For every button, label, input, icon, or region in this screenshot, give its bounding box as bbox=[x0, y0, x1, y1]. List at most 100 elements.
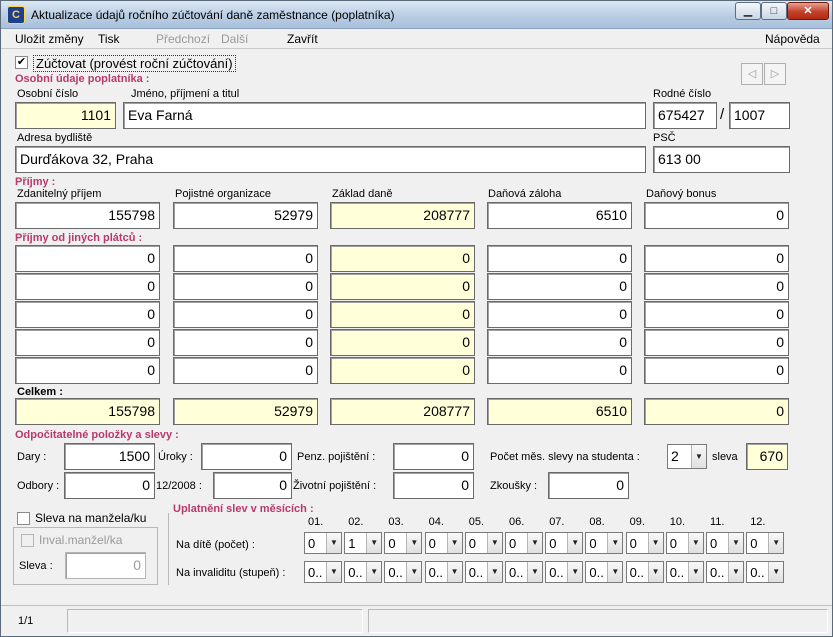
other-payer-cell[interactable]: 0 bbox=[15, 301, 160, 328]
disability-month-select[interactable]: 0.. ▼ bbox=[464, 561, 503, 583]
disability-month-select[interactable]: 0.. ▼ bbox=[625, 561, 664, 583]
children-month-select[interactable]: 0 ▼ bbox=[384, 532, 423, 554]
address-field[interactable]: Durďákova 32, Praha bbox=[15, 146, 646, 173]
other-payer-cell[interactable]: 0 bbox=[487, 329, 632, 356]
spouse-discount-field[interactable]: 0 bbox=[65, 552, 146, 579]
gifts-field[interactable]: 1500 bbox=[64, 443, 155, 470]
other-payer-cell[interactable]: 0 bbox=[330, 329, 475, 356]
other-payer-cell[interactable]: 0 bbox=[15, 273, 160, 300]
other-payer-cell[interactable]: 0 bbox=[644, 245, 789, 272]
children-month-select[interactable]: 1 ▼ bbox=[344, 532, 383, 554]
other-payer-cell[interactable]: 0 bbox=[330, 357, 475, 384]
children-month-select[interactable]: 0 ▼ bbox=[585, 532, 624, 554]
psc-field[interactable]: 613 00 bbox=[653, 146, 790, 173]
other-payer-cell[interactable]: 0 bbox=[487, 273, 632, 300]
other-payer-cell[interactable]: 0 bbox=[15, 245, 160, 272]
other-payer-cell[interactable]: 0 bbox=[487, 301, 632, 328]
spouse-checkbox[interactable] bbox=[17, 512, 30, 525]
children-month-select[interactable]: 0 ▼ bbox=[464, 532, 503, 554]
other-payer-cell[interactable]: 0 bbox=[644, 273, 789, 300]
date-value-field[interactable]: 0 bbox=[213, 472, 292, 499]
settle-checkbox[interactable]: ✔ bbox=[15, 56, 28, 69]
save-menu[interactable]: Uložit změny bbox=[15, 32, 84, 46]
maximize-button[interactable]: □ bbox=[761, 2, 787, 20]
birth-number-field-2[interactable]: 1007 bbox=[729, 102, 790, 129]
close-button[interactable]: ✕ bbox=[787, 2, 829, 20]
other-payer-cell[interactable]: 0 bbox=[330, 301, 475, 328]
main-window: C Aktualizace údajů ročního zúčtování da… bbox=[0, 0, 833, 637]
chevron-down-icon: ▼ bbox=[687, 533, 703, 553]
other-payer-cell[interactable]: 0 bbox=[330, 245, 475, 272]
disabled-spouse-checkbox[interactable] bbox=[21, 534, 34, 547]
other-payer-cell[interactable]: 0 bbox=[644, 357, 789, 384]
income-base-field[interactable]: 208777 bbox=[330, 202, 475, 229]
disability-month-select[interactable]: 0.. ▼ bbox=[746, 561, 785, 583]
total-taxable-field: 155798 bbox=[15, 398, 160, 425]
close-menu[interactable]: Zavřít bbox=[287, 32, 318, 46]
disability-month-select[interactable]: 0.. ▼ bbox=[344, 561, 383, 583]
children-month-select[interactable]: 0 ▼ bbox=[304, 532, 342, 554]
chevron-down-icon: ▼ bbox=[366, 533, 382, 553]
select-value: 0 bbox=[710, 536, 718, 551]
nav-prev-button[interactable]: ◁ bbox=[741, 63, 763, 85]
student-months-select[interactable]: 2 ▼ bbox=[667, 444, 707, 469]
children-month-select[interactable]: 0 ▼ bbox=[505, 532, 543, 554]
chevron-down-icon: ▼ bbox=[406, 562, 422, 582]
other-payer-cell[interactable]: 0 bbox=[330, 273, 475, 300]
life-insurance-field[interactable]: 0 bbox=[393, 472, 474, 499]
interest-field[interactable]: 0 bbox=[201, 443, 292, 470]
other-payer-cell[interactable]: 0 bbox=[644, 329, 789, 356]
print-menu[interactable]: Tisk bbox=[98, 32, 120, 46]
select-value: 0.. bbox=[589, 565, 604, 580]
other-payer-cell[interactable]: 0 bbox=[173, 357, 318, 384]
other-payer-cell[interactable]: 0 bbox=[173, 245, 318, 272]
name-field[interactable]: Eva Farná bbox=[123, 102, 646, 129]
disability-month-select[interactable]: 0.. ▼ bbox=[505, 561, 543, 583]
income-advance-field[interactable]: 6510 bbox=[487, 202, 632, 229]
chevron-down-icon: ▼ bbox=[446, 562, 462, 582]
other-payer-cell[interactable]: 0 bbox=[173, 273, 318, 300]
next-menu[interactable]: Další bbox=[221, 32, 248, 46]
month-header: 04. bbox=[428, 516, 444, 528]
children-month-select[interactable]: 0 ▼ bbox=[625, 532, 664, 554]
income-bonus-field[interactable]: 0 bbox=[644, 202, 789, 229]
children-month-select[interactable]: 0 ▼ bbox=[545, 532, 584, 554]
disability-month-select[interactable]: 0.. ▼ bbox=[304, 561, 342, 583]
income-insurance-field[interactable]: 52979 bbox=[173, 202, 318, 229]
minimize-button[interactable]: ▁ bbox=[735, 2, 761, 20]
children-month-select[interactable]: 0 ▼ bbox=[424, 532, 463, 554]
other-payer-cell[interactable]: 0 bbox=[173, 329, 318, 356]
chevron-down-icon: ▼ bbox=[326, 533, 341, 553]
other-payer-cell[interactable]: 0 bbox=[15, 357, 160, 384]
disability-month-select[interactable]: 0.. ▼ bbox=[585, 561, 624, 583]
other-payer-cell[interactable]: 0 bbox=[644, 301, 789, 328]
month-header: 02. bbox=[348, 516, 364, 528]
children-month-select[interactable]: 0 ▼ bbox=[665, 532, 704, 554]
other-payer-cell[interactable]: 0 bbox=[487, 245, 632, 272]
help-menu[interactable]: Nápověda bbox=[765, 32, 820, 46]
children-month-select[interactable]: 0 ▼ bbox=[746, 532, 785, 554]
select-value: 0.. bbox=[348, 565, 363, 580]
select-value: 0 bbox=[509, 536, 517, 551]
disability-month-select[interactable]: 0.. ▼ bbox=[424, 561, 463, 583]
disability-month-select[interactable]: 0.. ▼ bbox=[706, 561, 744, 583]
personal-id-field[interactable]: 1101 bbox=[15, 102, 116, 129]
unions-field[interactable]: 0 bbox=[64, 472, 155, 499]
pension-field[interactable]: 0 bbox=[393, 443, 474, 470]
exams-field[interactable]: 0 bbox=[548, 472, 629, 499]
income-taxable-field[interactable]: 155798 bbox=[15, 202, 160, 229]
disability-month-select[interactable]: 0.. ▼ bbox=[665, 561, 704, 583]
month-header: 05. bbox=[468, 516, 485, 528]
other-payer-cell[interactable]: 0 bbox=[173, 301, 318, 328]
psc-label: PSČ bbox=[653, 132, 676, 144]
chevron-down-icon: ▼ bbox=[647, 562, 663, 582]
nav-next-button[interactable]: ▷ bbox=[764, 63, 786, 85]
other-payer-cell[interactable]: 0 bbox=[15, 329, 160, 356]
disability-month-select[interactable]: 0.. ▼ bbox=[545, 561, 584, 583]
previous-menu[interactable]: Předchozí bbox=[156, 32, 210, 46]
chevron-down-icon: ▼ bbox=[768, 533, 784, 553]
birth-number-field-1[interactable]: 675427 bbox=[653, 102, 717, 129]
other-payer-cell[interactable]: 0 bbox=[487, 357, 632, 384]
disability-month-select[interactable]: 0.. ▼ bbox=[384, 561, 423, 583]
children-month-select[interactable]: 0 ▼ bbox=[706, 532, 744, 554]
